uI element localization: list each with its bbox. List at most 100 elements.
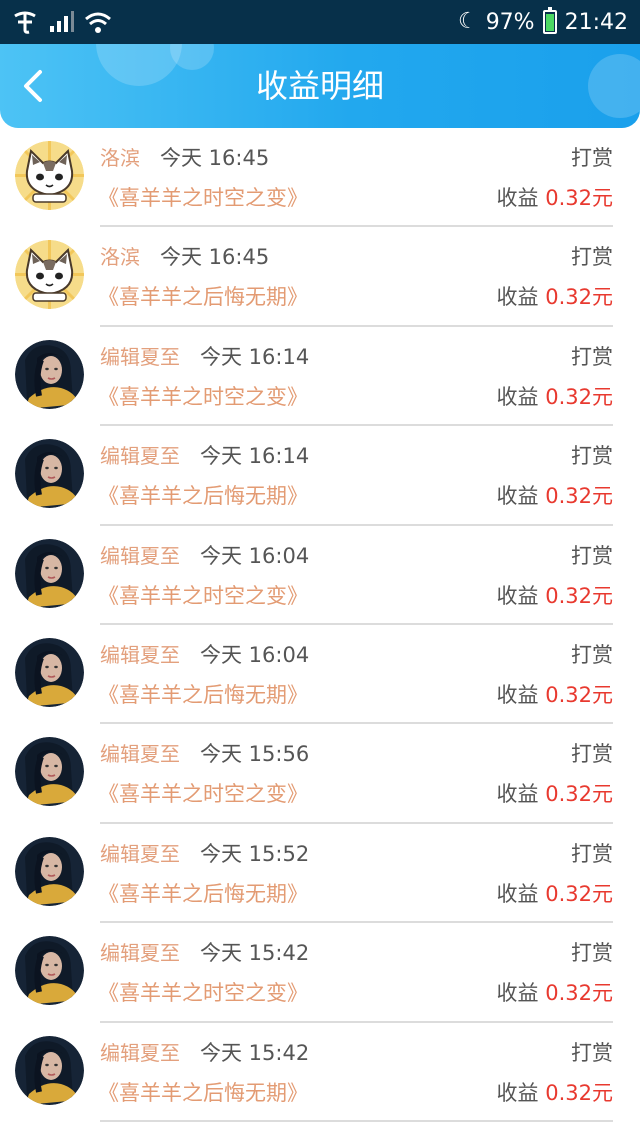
list-item[interactable]: 编辑夏至 今天 15:56 打赏 《喜羊羊之时空之变》 收益 0.32元 (0, 724, 640, 824)
moon-icon: ☾ (457, 9, 478, 34)
record-time: 今天 15:42 (199, 1040, 310, 1065)
record-time: 今天 16:14 (199, 344, 310, 369)
income-amount: 0.32元 (545, 782, 613, 807)
woman-avatar[interactable] (15, 538, 84, 608)
page-title: 收益明细 (255, 67, 384, 105)
income-label: 收益 (496, 583, 539, 608)
income: 收益 0.32元 (497, 778, 613, 808)
book-title[interactable]: 《喜羊羊之后悔无期》 (98, 679, 308, 709)
woman-avatar-icon (15, 339, 84, 409)
list-item[interactable]: 编辑夏至 今天 16:04 打赏 《喜羊羊之时空之变》 收益 0.32元 (0, 526, 640, 625)
book-title[interactable]: 《喜羊羊之后悔无期》 (98, 1077, 308, 1107)
user-name[interactable]: 编辑夏至 (100, 1037, 180, 1066)
income: 收益 0.32元 (497, 480, 613, 510)
income-amount: 0.32元 (545, 384, 613, 409)
cat-avatar[interactable] (15, 240, 84, 310)
user-name[interactable]: 编辑夏至 (100, 838, 180, 867)
woman-avatar[interactable] (15, 836, 84, 906)
list-item[interactable]: 编辑夏至 今天 16:14 打赏 《喜羊羊之时空之变》 收益 0.32元 (0, 327, 640, 427)
income-label: 收益 (496, 682, 539, 707)
record-type: 打赏 (571, 146, 613, 170)
record-time: 今天 16:14 (199, 444, 310, 469)
income-label: 收益 (496, 186, 539, 210)
book-title[interactable]: 《喜羊羊之时空之变》 (98, 182, 308, 212)
cat-avatar-icon (15, 141, 84, 210)
income-amount: 0.32元 (545, 285, 613, 310)
record-type: 打赏 (571, 941, 613, 966)
woman-avatar[interactable] (15, 339, 84, 409)
income-label: 收益 (496, 484, 539, 509)
list-item[interactable]: 编辑夏至 今天 16:04 打赏 《喜羊羊之后悔无期》 收益 0.32元 (0, 625, 640, 725)
list-item[interactable]: 洛滨 今天 16:45 打赏 《喜羊羊之时空之变》 收益 0.32元 (0, 128, 640, 228)
income-amount: 0.32元 (545, 1080, 613, 1105)
user-name[interactable]: 编辑夏至 (100, 937, 180, 966)
woman-avatar-icon (15, 936, 84, 1006)
income: 收益 0.32元 (497, 1077, 613, 1107)
record-type: 打赏 (571, 1040, 613, 1065)
list-item[interactable]: 编辑夏至 今天 15:42 打赏 《喜羊羊之时空之变》 收益 0.32元 (0, 923, 640, 1023)
user-name[interactable]: 洛滨 (100, 241, 140, 270)
income-amount: 0.32元 (545, 682, 613, 707)
woman-avatar[interactable] (15, 637, 84, 707)
list-item[interactable]: 编辑夏至 今天 15:52 打赏 《喜羊羊之后悔无期》 收益 0.32元 (0, 824, 640, 924)
record-type: 打赏 (571, 742, 613, 767)
woman-avatar[interactable] (15, 737, 84, 807)
user-name[interactable]: 编辑夏至 (100, 738, 180, 767)
woman-avatar-icon (15, 538, 84, 608)
cat-avatar[interactable] (15, 141, 84, 210)
income-label: 收益 (496, 782, 539, 807)
woman-avatar-icon (15, 836, 84, 906)
record-time: 今天 15:42 (199, 941, 310, 966)
woman-avatar-icon (15, 637, 84, 707)
income: 收益 0.32元 (497, 679, 613, 709)
record-time: 今天 15:56 (199, 742, 310, 767)
book-title[interactable]: 《喜羊羊之时空之变》 (98, 580, 308, 610)
income: 收益 0.32元 (497, 381, 613, 411)
clock: 21:42 (564, 9, 628, 35)
status-left (12, 10, 112, 34)
book-title[interactable]: 《喜羊羊之后悔无期》 (98, 480, 308, 510)
income-label: 收益 (496, 1080, 539, 1105)
user-name[interactable]: 编辑夏至 (100, 540, 180, 569)
income: 收益 0.32元 (497, 580, 613, 610)
title-bar: 收益明细 (0, 44, 640, 128)
income-list: 洛滨 今天 16:45 打赏 《喜羊羊之时空之变》 收益 0.32元 洛滨 今天… (0, 128, 640, 1122)
battery-icon (542, 7, 557, 34)
record-type: 打赏 (571, 444, 613, 469)
income-amount: 0.32元 (545, 981, 613, 1006)
user-name[interactable]: 洛滨 (100, 142, 140, 171)
book-title[interactable]: 《喜羊羊之后悔无期》 (98, 878, 308, 908)
woman-avatar-icon (15, 439, 84, 509)
income-label: 收益 (496, 285, 539, 310)
book-title[interactable]: 《喜羊羊之时空之变》 (98, 381, 308, 411)
record-time: 今天 16:45 (159, 146, 270, 170)
list-item[interactable]: 洛滨 今天 16:45 打赏 《喜羊羊之后悔无期》 收益 0.32元 (0, 227, 640, 327)
record-type: 打赏 (571, 841, 613, 866)
record-type: 打赏 (571, 344, 613, 369)
record-time: 今天 15:52 (199, 841, 310, 866)
book-title[interactable]: 《喜羊羊之时空之变》 (98, 977, 308, 1007)
woman-avatar[interactable] (15, 1035, 84, 1105)
income-label: 收益 (496, 881, 539, 906)
woman-avatar[interactable] (15, 936, 84, 1006)
income-amount: 0.32元 (545, 881, 613, 906)
record-type: 打赏 (571, 642, 613, 667)
book-title[interactable]: 《喜羊羊之时空之变》 (98, 778, 308, 808)
income: 收益 0.32元 (497, 281, 613, 311)
record-time: 今天 16:04 (199, 543, 310, 568)
signal-icon (50, 11, 74, 32)
income-label: 收益 (496, 384, 539, 409)
user-name[interactable]: 编辑夏至 (100, 639, 180, 668)
status-right: ☾ 97% 21:42 (457, 7, 628, 35)
user-name[interactable]: 编辑夏至 (100, 440, 180, 469)
carrier-icon (14, 11, 36, 34)
book-title[interactable]: 《喜羊羊之后悔无期》 (98, 281, 308, 311)
list-item[interactable]: 编辑夏至 今天 16:14 打赏 《喜羊羊之后悔无期》 收益 0.32元 (0, 426, 640, 526)
battery-percent: 97% (485, 9, 535, 35)
user-name[interactable]: 编辑夏至 (100, 341, 180, 370)
divider (100, 1119, 613, 1122)
woman-avatar[interactable] (15, 439, 84, 509)
list-item[interactable]: 编辑夏至 今天 15:42 打赏 《喜羊羊之后悔无期》 收益 0.32元 (0, 1023, 640, 1122)
record-type: 打赏 (571, 543, 613, 568)
record-type: 打赏 (571, 245, 613, 270)
